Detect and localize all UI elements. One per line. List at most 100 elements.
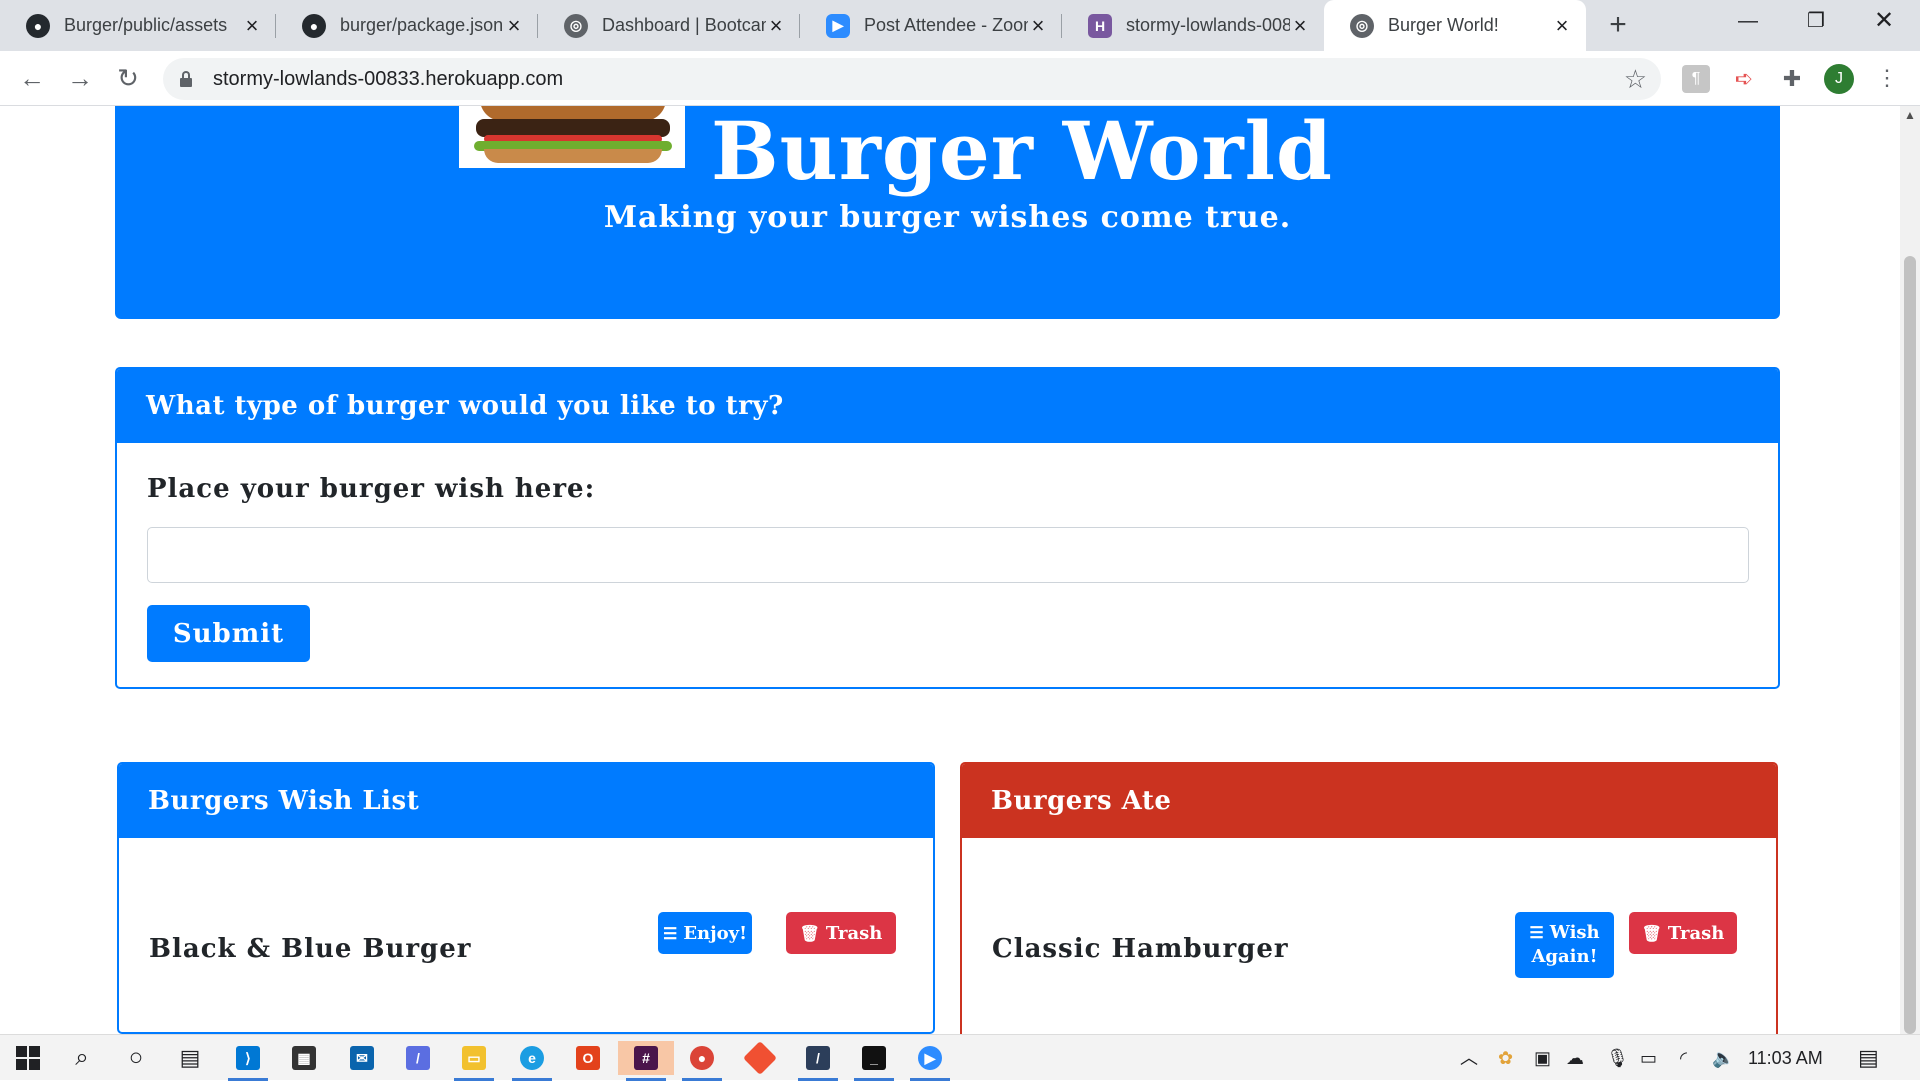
globe-icon: ◎ bbox=[564, 13, 588, 38]
browser-tab[interactable]: ● burger/package.json × bbox=[276, 0, 538, 51]
browser-tab-strip: ● Burger/public/assets × ● burger/packag… bbox=[0, 0, 1920, 51]
microphone-icon[interactable]: 🎙 bbox=[1606, 1035, 1629, 1081]
ate-list-card: Burgers Ate Classic Hamburger ☰ Wish Agai… bbox=[960, 762, 1778, 1034]
browser-tab[interactable]: ◎ Dashboard | Bootcam × bbox=[538, 0, 800, 51]
close-tab-icon[interactable]: × bbox=[504, 13, 524, 39]
app-icon[interactable]: / bbox=[390, 1041, 446, 1075]
burger-name-input[interactable] bbox=[147, 527, 1749, 583]
tab-title: stormy-lowlands-008 bbox=[1126, 15, 1290, 35]
browser-tab[interactable]: ▶ Post Attendee - Zoom × bbox=[800, 0, 1062, 51]
bookmark-star-icon[interactable]: ☆ bbox=[1624, 64, 1647, 95]
trash-button-label: Trash bbox=[825, 922, 883, 944]
terminal-icon[interactable]: _ bbox=[846, 1041, 902, 1081]
tray-app-icon[interactable]: ✿ bbox=[1498, 1035, 1513, 1081]
ate-list-header: Burgers Ate bbox=[962, 764, 1776, 838]
wish-again-line-2: Again! bbox=[1531, 946, 1598, 967]
chrome-icon[interactable]: ● bbox=[674, 1041, 730, 1081]
minimize-icon[interactable]: — bbox=[1718, 0, 1778, 42]
volume-icon[interactable]: 🔈 bbox=[1712, 1035, 1734, 1081]
trash-icon: 🗑 bbox=[1641, 923, 1662, 943]
office-icon[interactable]: O bbox=[560, 1041, 616, 1075]
site-title: Burger World bbox=[711, 106, 1333, 198]
tab-title: Dashboard | Bootcam bbox=[602, 15, 766, 35]
zoom-icon: ▶ bbox=[826, 13, 850, 38]
search-icon[interactable]: ⌕ bbox=[54, 1041, 110, 1075]
notification-icon[interactable]: ▤ bbox=[1858, 1035, 1879, 1081]
onedrive-icon[interactable]: ☁ bbox=[1566, 1035, 1584, 1081]
enjoy-button-label: Enjoy! bbox=[683, 922, 748, 944]
site-tagline: Making your burger wishes come true. bbox=[603, 200, 1292, 235]
wish-burger-name: Black & Blue Burger bbox=[149, 934, 472, 964]
trash-icon: 🗑 bbox=[799, 923, 820, 943]
restore-icon[interactable]: ❐ bbox=[1786, 0, 1846, 42]
tab-title: burger/package.json bbox=[340, 15, 504, 35]
task-view-icon[interactable]: ▤ bbox=[162, 1041, 218, 1075]
tab-title: Burger/public/assets bbox=[64, 15, 228, 35]
enjoy-button[interactable]: ☰ Enjoy! bbox=[658, 912, 752, 954]
store-icon[interactable]: ▦ bbox=[276, 1041, 332, 1075]
close-tab-icon[interactable]: × bbox=[1290, 13, 1310, 39]
tab-title: Burger World! bbox=[1388, 15, 1499, 35]
globe-icon: ◎ bbox=[1350, 13, 1374, 38]
close-tab-icon[interactable]: × bbox=[1028, 13, 1048, 39]
file-explorer-icon[interactable]: ▭ bbox=[446, 1041, 502, 1081]
battery-icon[interactable]: ▭ bbox=[1640, 1035, 1657, 1081]
zoom-app-icon[interactable]: ▶ bbox=[902, 1041, 958, 1081]
browser-tab[interactable]: H stormy-lowlands-008 × bbox=[1062, 0, 1324, 51]
mail-icon[interactable]: ✉ bbox=[334, 1041, 390, 1075]
wish-again-button[interactable]: ☰ Wish Again! bbox=[1515, 912, 1614, 978]
trash-button[interactable]: 🗑 Trash bbox=[1629, 912, 1737, 954]
close-tab-icon[interactable]: × bbox=[1552, 13, 1572, 39]
form-card-header: What type of burger would you like to tr… bbox=[117, 369, 1778, 443]
browser-tab-active[interactable]: ◎ Burger World! × bbox=[1324, 0, 1586, 51]
close-tab-icon[interactable]: × bbox=[766, 13, 786, 39]
close-tab-icon[interactable]: × bbox=[242, 13, 262, 39]
back-icon[interactable]: ← bbox=[16, 63, 48, 95]
taskbar-clock[interactable]: 11:03 AM bbox=[1748, 1035, 1823, 1081]
wish-again-line-1: ☰ Wish bbox=[1529, 922, 1600, 943]
reload-icon[interactable]: ↻ bbox=[112, 63, 144, 95]
window-close-icon[interactable]: ✕ bbox=[1854, 0, 1914, 42]
github-icon: ● bbox=[26, 13, 50, 38]
windows-start-icon[interactable] bbox=[0, 1041, 56, 1075]
trash-button[interactable]: 🗑 Trash bbox=[786, 912, 896, 954]
tab-title: Post Attendee - Zoom bbox=[864, 15, 1028, 35]
heroku-icon: H bbox=[1088, 13, 1112, 38]
burger-icon: ☰ bbox=[1529, 923, 1544, 942]
address-bar[interactable]: stormy-lowlands-00833.herokuapp.com ☆ bbox=[163, 58, 1661, 100]
submit-button[interactable]: Submit bbox=[147, 605, 310, 662]
extensions-puzzle-icon[interactable]: ✚ bbox=[1778, 65, 1806, 93]
browser-toolbar: ← → ↻ stormy-lowlands-00833.herokuapp.co… bbox=[0, 51, 1920, 106]
slack-icon[interactable]: # bbox=[618, 1041, 674, 1081]
visual-studio-icon[interactable]: / bbox=[790, 1041, 846, 1081]
new-tab-icon[interactable]: + bbox=[1600, 8, 1636, 44]
jumbotron-header: Burger World Making your burger wishes c… bbox=[115, 106, 1780, 319]
page-viewport: Burger World Making your burger wishes c… bbox=[0, 106, 1900, 1034]
wifi-icon[interactable]: ◜ bbox=[1680, 1035, 1687, 1081]
extension-icon[interactable]: ¶ bbox=[1682, 65, 1710, 93]
github-icon: ● bbox=[302, 13, 326, 38]
screencast-extension-icon[interactable]: ➪ bbox=[1730, 65, 1758, 93]
wish-list-header: Burgers Wish List bbox=[119, 764, 933, 838]
cortana-icon[interactable]: ○ bbox=[108, 1041, 164, 1075]
burger-logo-image bbox=[459, 106, 685, 168]
page-scrollbar[interactable]: ▲ bbox=[1900, 106, 1920, 1034]
edge-icon[interactable]: e bbox=[504, 1041, 560, 1081]
burger-icon: ☰ bbox=[662, 923, 678, 943]
profile-avatar[interactable]: J bbox=[1824, 64, 1854, 94]
browser-menu-icon[interactable]: ⋮ bbox=[1876, 63, 1898, 93]
ate-burger-name: Classic Hamburger bbox=[992, 934, 1289, 964]
windows-taskbar: ⌕ ○ ▤ ⟩ ▦ ✉ / ▭ e O # ● / _ ▶ ︿ ✿ ▣ ☁ 🎙 … bbox=[0, 1034, 1920, 1081]
wish-list-card: Burgers Wish List Black & Blue Burger ☰ E… bbox=[117, 762, 935, 1034]
burger-input-label: Place your burger wish here: bbox=[147, 474, 596, 504]
tray-overflow-icon[interactable]: ︿ bbox=[1460, 1035, 1478, 1081]
trash-button-label: Trash bbox=[1667, 922, 1725, 944]
tray-meet-icon[interactable]: ▣ bbox=[1534, 1035, 1551, 1081]
git-icon[interactable] bbox=[732, 1041, 788, 1075]
vscode-icon[interactable]: ⟩ bbox=[220, 1041, 276, 1081]
browser-tab[interactable]: ● Burger/public/assets × bbox=[0, 0, 276, 51]
scroll-up-icon[interactable]: ▲ bbox=[1900, 108, 1920, 122]
scrollbar-thumb[interactable] bbox=[1904, 256, 1916, 1034]
forward-icon[interactable]: → bbox=[64, 63, 96, 95]
lock-icon bbox=[179, 70, 193, 88]
